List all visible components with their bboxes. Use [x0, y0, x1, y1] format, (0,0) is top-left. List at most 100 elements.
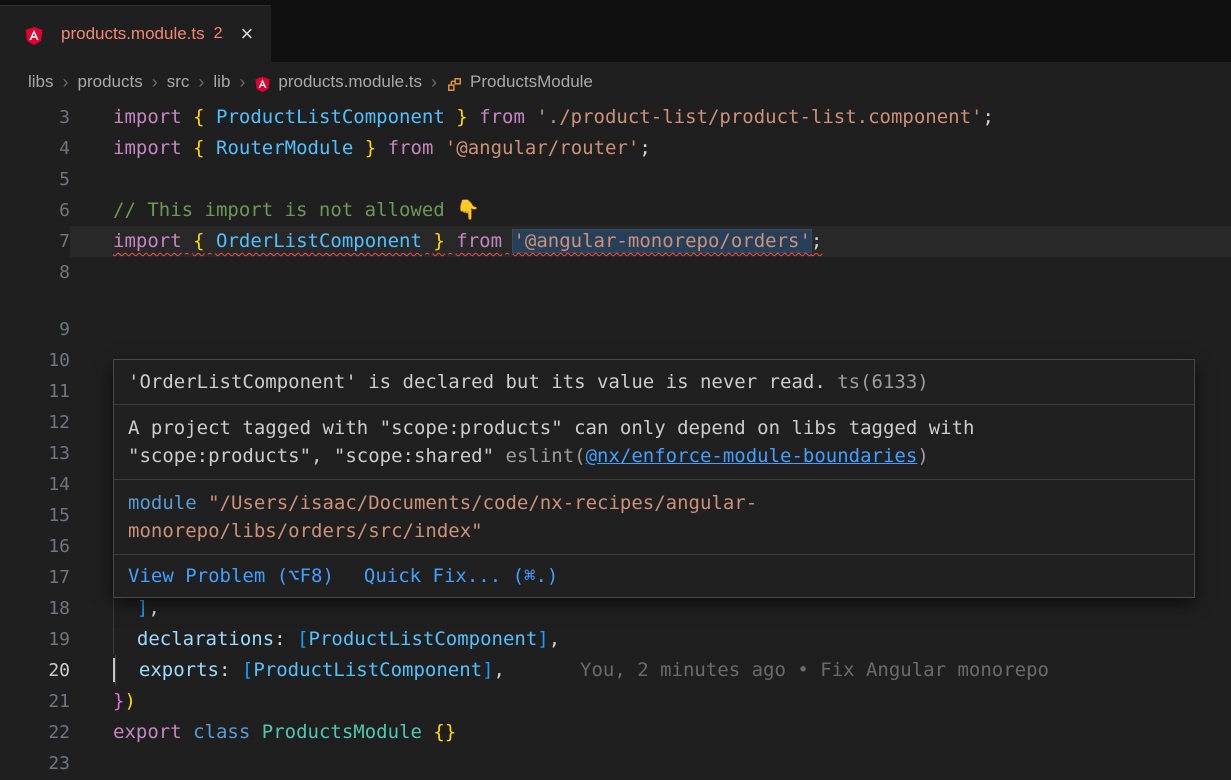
- line-number[interactable]: 22: [0, 717, 70, 748]
- text-cursor: [113, 658, 115, 682]
- code-content[interactable]: [70, 164, 1231, 195]
- code-line-21[interactable]: 21}): [0, 686, 1231, 717]
- breadcrumb-item-libs[interactable]: libs: [28, 72, 54, 92]
- code-token: [182, 137, 193, 159]
- code-token: [: [297, 628, 308, 650]
- ts-diagnostic-message: 'OrderListComponent' is declared but its…: [128, 371, 837, 393]
- code-line-9[interactable]: 9: [0, 314, 1231, 345]
- code-content[interactable]: import { OrderListComponent } from '@ang…: [70, 226, 1231, 257]
- code-line-7[interactable]: 7import { OrderListComponent } from '@an…: [0, 226, 1231, 257]
- action-gap: [334, 564, 364, 588]
- code-line-5[interactable]: 5: [0, 164, 1231, 195]
- code-token: [433, 137, 444, 159]
- code-token: {: [193, 137, 204, 159]
- code-token: import: [113, 137, 182, 159]
- breadcrumb-item-file[interactable]: products.module.ts: [278, 72, 422, 92]
- code-token: [525, 106, 536, 128]
- eslint-rule-link[interactable]: @nx/enforce-module-boundaries: [586, 445, 918, 467]
- line-number[interactable]: 12: [0, 407, 70, 438]
- eslint-message-line1: A project tagged with "scope:products" c…: [128, 417, 974, 439]
- angular-file-icon: [254, 76, 271, 93]
- tab-title: products.module.ts: [61, 24, 205, 44]
- indent-guide: [115, 655, 139, 686]
- line-number[interactable]: 14: [0, 469, 70, 500]
- code-content[interactable]: [70, 748, 1231, 779]
- line-number[interactable]: 21: [0, 686, 70, 717]
- line-number[interactable]: 7: [0, 226, 70, 257]
- code-token: ProductListComponent: [216, 106, 445, 128]
- line-number[interactable]: 13: [0, 438, 70, 469]
- code-token: './product-list/product-list.component': [536, 106, 982, 128]
- code-content[interactable]: [70, 314, 1231, 345]
- chevron-right-icon: ›: [198, 72, 204, 93]
- code-token: [445, 230, 456, 252]
- code-token: '@angular-monorepo/orders': [513, 230, 810, 252]
- chevron-right-icon: ›: [63, 72, 69, 93]
- line-number[interactable]: 10: [0, 345, 70, 376]
- line-number[interactable]: 15: [0, 500, 70, 531]
- line-number[interactable]: 19: [0, 624, 70, 655]
- line-number[interactable]: 4: [0, 133, 70, 164]
- hover-module-info: module "/Users/isaac/Documents/code/nx-r…: [114, 480, 1194, 555]
- code-token: [445, 106, 456, 128]
- breadcrumb: libs › products › src › lib › products.m…: [0, 62, 1231, 102]
- vscode-window: products.module.ts 2 × libs › products ›…: [0, 0, 1231, 780]
- code-line-22[interactable]: 22export class ProductsModule {}: [0, 717, 1231, 748]
- line-number[interactable]: 16: [0, 531, 70, 562]
- code-content[interactable]: exports: [ProductListComponent],You, 2 m…: [70, 655, 1231, 686]
- code-token: ;: [639, 137, 650, 159]
- code-token: ProductListComponent: [253, 659, 482, 681]
- quick-fix-action[interactable]: Quick Fix... (⌘.): [364, 564, 558, 588]
- code-line-20[interactable]: 20 exports: [ProductListComponent],You, …: [0, 655, 1231, 686]
- line-number[interactable]: 18: [0, 593, 70, 624]
- code-content[interactable]: }): [70, 686, 1231, 717]
- code-token: ,: [549, 628, 560, 650]
- eslint-source-open: eslint(: [506, 445, 586, 467]
- code-token: class: [193, 721, 250, 743]
- line-number[interactable]: 11: [0, 376, 70, 407]
- line-number[interactable]: 8: [0, 257, 70, 288]
- code-token: :: [274, 628, 297, 650]
- code-token: [376, 137, 387, 159]
- code-token: 👇: [456, 199, 480, 221]
- code-content[interactable]: export class ProductsModule {}: [70, 717, 1231, 748]
- eslint-source-close: ): [917, 445, 928, 467]
- code-content[interactable]: declarations: [ProductListComponent],: [70, 624, 1231, 655]
- code-content[interactable]: [70, 257, 1231, 288]
- code-content[interactable]: import { ProductListComponent } from './…: [70, 102, 1231, 133]
- breadcrumb-item-products[interactable]: products: [78, 72, 143, 92]
- tab-products-module[interactable]: products.module.ts 2 ×: [0, 5, 271, 62]
- code-token: {: [193, 106, 204, 128]
- code-line-19[interactable]: 19 declarations: [ProductListComponent],: [0, 624, 1231, 655]
- code-line-3[interactable]: 3import { ProductListComponent } from '.…: [0, 102, 1231, 133]
- code-line-8[interactable]: 8: [0, 257, 1231, 288]
- line-number[interactable]: 5: [0, 164, 70, 195]
- code-line-23[interactable]: 23: [0, 748, 1231, 779]
- breadcrumb-item-src[interactable]: src: [167, 72, 190, 92]
- code-token: OrderListComponent: [216, 230, 422, 252]
- line-number[interactable]: 9: [0, 314, 70, 345]
- code-token: ]: [482, 659, 493, 681]
- code-line-4[interactable]: 4import { RouterModule } from '@angular/…: [0, 133, 1231, 164]
- hover-eslint-diagnostic: A project tagged with "scope:products" c…: [114, 405, 1194, 480]
- code-token: exports: [139, 659, 219, 681]
- line-number[interactable]: 23: [0, 748, 70, 779]
- close-icon[interactable]: ×: [241, 23, 254, 45]
- code-token: from: [479, 106, 525, 128]
- view-problem-action[interactable]: View Problem (⌥F8): [128, 564, 334, 588]
- code-token: [182, 106, 193, 128]
- module-path-line2: monorepo/libs/orders/src/index": [128, 520, 483, 542]
- line-number[interactable]: 3: [0, 102, 70, 133]
- code-token: [182, 230, 193, 252]
- code-line-6[interactable]: 6// This import is not allowed 👇: [0, 195, 1231, 226]
- code-token: import: [113, 106, 182, 128]
- breadcrumb-item-lib[interactable]: lib: [213, 72, 230, 92]
- line-number[interactable]: 17: [0, 562, 70, 593]
- code-token: from: [388, 137, 434, 159]
- code-token: ProductsModule: [262, 721, 422, 743]
- code-content[interactable]: // This import is not allowed 👇: [70, 195, 1231, 226]
- line-number[interactable]: 20: [0, 655, 70, 686]
- code-content[interactable]: import { RouterModule } from '@angular/r…: [70, 133, 1231, 164]
- line-number[interactable]: 6: [0, 195, 70, 226]
- breadcrumb-item-symbol[interactable]: ProductsModule: [470, 72, 593, 92]
